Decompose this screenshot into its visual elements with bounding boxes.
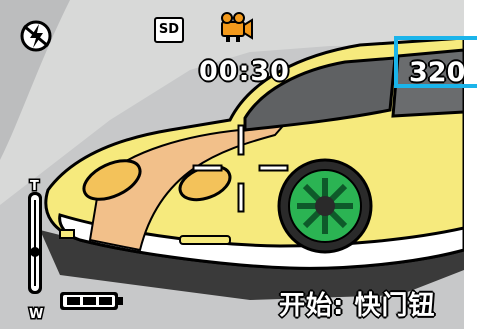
shutter-hint: 开始: 快门钮 [279,291,436,321]
zoom-wide-label: W [29,307,43,322]
camera-lcd-screen: T W SD 00:30 320 开始: 快门钮 [0,0,464,329]
callout-line [464,36,477,88]
zoom-position-indicator [30,247,40,257]
bumper-light [179,235,231,245]
remaining-recording-time: 00:30 [199,56,290,87]
sd-card-icon: SD [154,17,184,43]
battery-full-icon [60,292,123,310]
bumper-light-left [59,229,75,239]
flash-off-icon [20,20,52,52]
front-wheel-hub [315,196,335,216]
zoom-bar [28,192,42,294]
zoom-tele-label: T [30,179,39,194]
resolution-highlight-marker [394,36,464,88]
